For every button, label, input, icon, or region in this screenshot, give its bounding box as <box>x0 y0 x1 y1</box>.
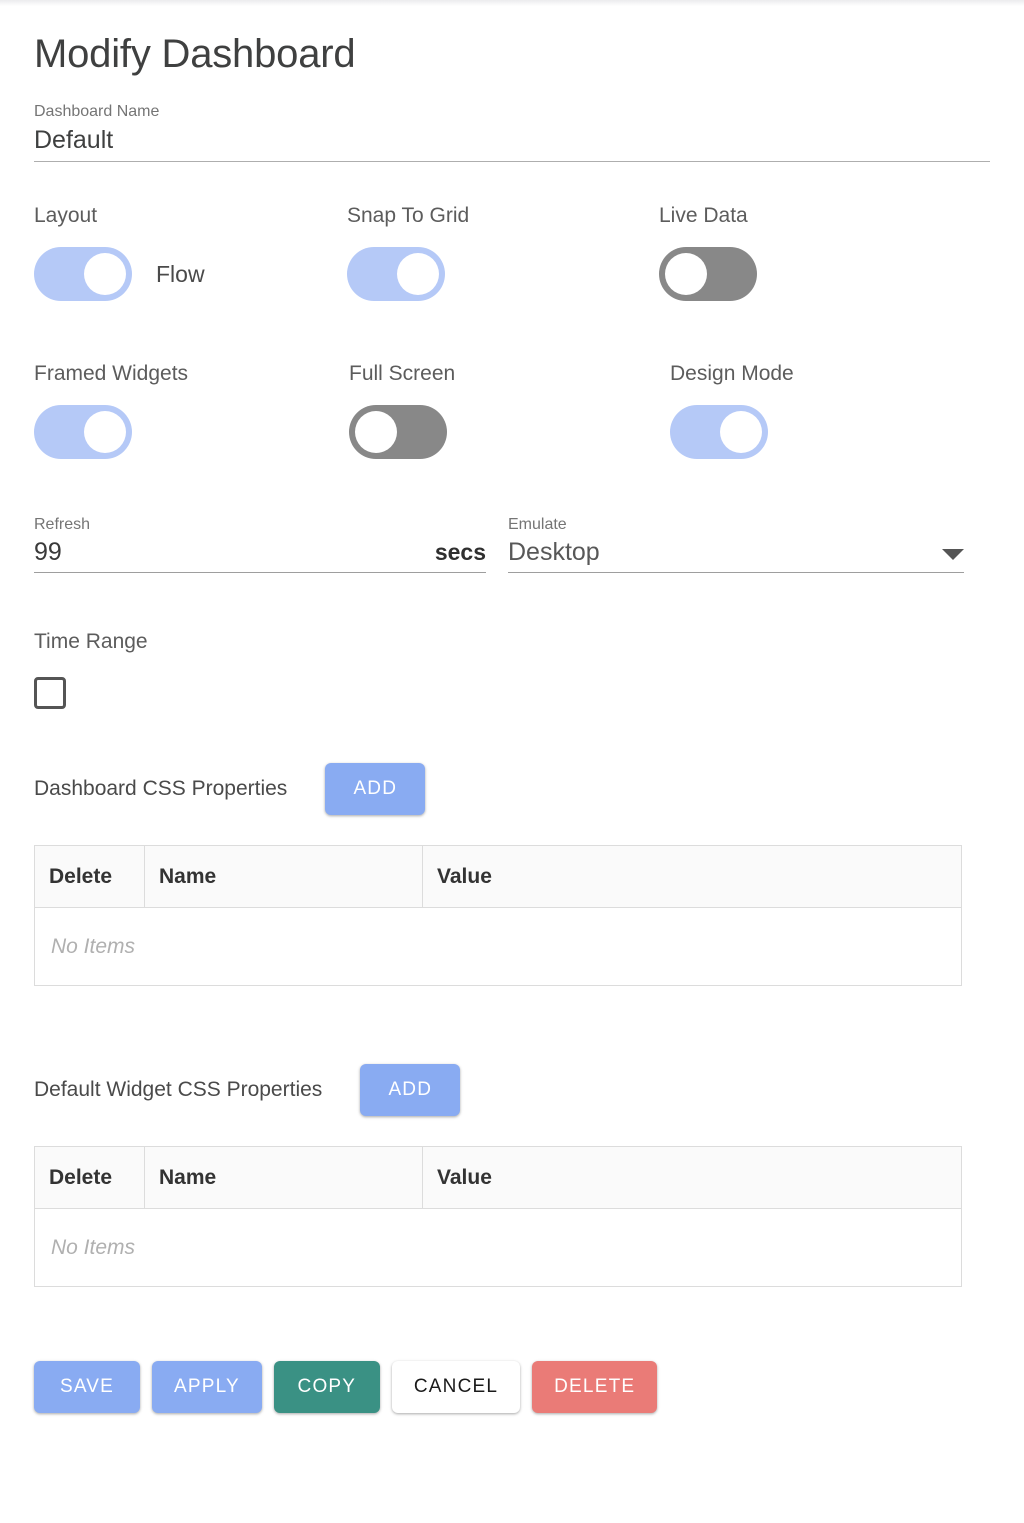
widget-css-add-button[interactable]: ADD <box>360 1064 461 1116</box>
emulate-selected-value: Desktop <box>508 538 600 566</box>
refresh-label: Refresh <box>34 516 91 533</box>
toggle-group-snap-to-grid: Snap To Grid <box>347 204 469 301</box>
delete-button[interactable]: DELETE <box>532 1361 658 1413</box>
toggle-label-design-mode: Design Mode <box>670 362 794 385</box>
column-header-value: Value <box>422 845 962 908</box>
widget-css-empty-message: No Items <box>34 1208 962 1287</box>
emulate-select[interactable]: Desktop <box>508 537 964 573</box>
save-button[interactable]: SAVE <box>34 1361 140 1413</box>
column-header-delete: Delete <box>34 1146 145 1209</box>
modify-dashboard-form: Modify Dashboard Dashboard Name Default … <box>0 0 1024 1433</box>
toggle-live-data[interactable] <box>659 247 757 301</box>
toggle-snap-to-grid[interactable] <box>347 247 445 301</box>
toggle-knob <box>665 253 707 295</box>
refresh-value: 99 <box>34 538 62 566</box>
apply-button[interactable]: APPLY <box>152 1361 262 1413</box>
time-range-label: Time Range <box>34 630 148 653</box>
copy-button[interactable]: COPY <box>273 1361 380 1413</box>
toggle-group-design-mode: Design Mode <box>670 362 794 459</box>
toggle-framed-widgets[interactable] <box>34 405 132 459</box>
toggle-knob <box>720 411 762 453</box>
table-header-row: Delete Name Value <box>34 845 962 908</box>
widget-css-title: Default Widget CSS Properties <box>34 1078 323 1101</box>
toggle-knob <box>84 253 126 295</box>
widget-css-table: Delete Name Value No Items <box>34 1146 962 1287</box>
chevron-down-icon[interactable] <box>942 549 964 560</box>
dashboard-css-add-button[interactable]: ADD <box>325 763 426 815</box>
toggle-knob <box>397 253 439 295</box>
toggle-row-1: Layout Flow Snap To Grid Live Data <box>34 204 990 314</box>
widget-css-header: Default Widget CSS Properties ADD <box>34 1064 990 1116</box>
toggle-design-mode[interactable] <box>670 405 768 459</box>
table-row: No Items <box>34 1208 962 1287</box>
dashboard-css-empty-message: No Items <box>34 907 962 986</box>
refresh-unit-suffix: secs <box>434 539 486 565</box>
toggle-group-framed-widgets: Framed Widgets <box>34 362 188 459</box>
dashboard-name-input[interactable]: Default <box>34 125 990 162</box>
toggle-group-live-data: Live Data <box>659 204 757 301</box>
toggle-label-live-data: Live Data <box>659 204 748 227</box>
time-range-checkbox[interactable] <box>34 677 66 709</box>
toggle-row-2: Framed Widgets Full Screen Design Mode <box>34 362 990 470</box>
dashboard-name-field: Dashboard Name Default <box>34 103 990 162</box>
dashboard-css-section: Dashboard CSS Properties ADD Delete Name… <box>34 763 990 986</box>
toggle-full-screen[interactable] <box>349 405 447 459</box>
refresh-input[interactable]: 99 secs <box>34 537 486 573</box>
emulate-label: Emulate <box>508 516 567 533</box>
toggle-group-full-screen: Full Screen <box>349 362 455 459</box>
cancel-button[interactable]: CANCEL <box>391 1361 521 1413</box>
toggle-label-snap-to-grid: Snap To Grid <box>347 204 470 227</box>
toggle-label-framed-widgets: Framed Widgets <box>34 362 189 385</box>
toggle-value-layout: Flow <box>156 260 205 287</box>
column-header-name: Name <box>144 845 423 908</box>
refresh-emulate-row: Refresh 99 secs Emulate Desktop <box>34 516 990 573</box>
toggle-knob <box>355 411 397 453</box>
column-header-name: Name <box>144 1146 423 1209</box>
column-header-value: Value <box>422 1146 962 1209</box>
dashboard-css-header: Dashboard CSS Properties ADD <box>34 763 990 815</box>
page-title: Modify Dashboard <box>34 32 356 76</box>
emulate-field: Emulate Desktop <box>508 516 964 573</box>
dashboard-name-value: Default <box>34 126 114 154</box>
dashboard-name-label: Dashboard Name <box>34 103 160 120</box>
toggle-label-layout: Layout <box>34 204 98 227</box>
refresh-field: Refresh 99 secs <box>34 516 486 573</box>
time-range-field: Time Range <box>34 630 990 709</box>
widget-css-section: Default Widget CSS Properties ADD Delete… <box>34 1064 990 1287</box>
toggle-knob <box>84 411 126 453</box>
toggle-layout[interactable] <box>34 247 132 301</box>
toggle-group-layout: Layout Flow <box>34 204 205 301</box>
table-row: No Items <box>34 907 962 986</box>
table-header-row: Delete Name Value <box>34 1146 962 1209</box>
form-actions: SAVE APPLY COPY CANCEL DELETE <box>34 1361 990 1433</box>
toggle-label-full-screen: Full Screen <box>349 362 456 385</box>
column-header-delete: Delete <box>34 845 145 908</box>
dashboard-css-table: Delete Name Value No Items <box>34 845 962 986</box>
dashboard-css-title: Dashboard CSS Properties <box>34 777 288 800</box>
